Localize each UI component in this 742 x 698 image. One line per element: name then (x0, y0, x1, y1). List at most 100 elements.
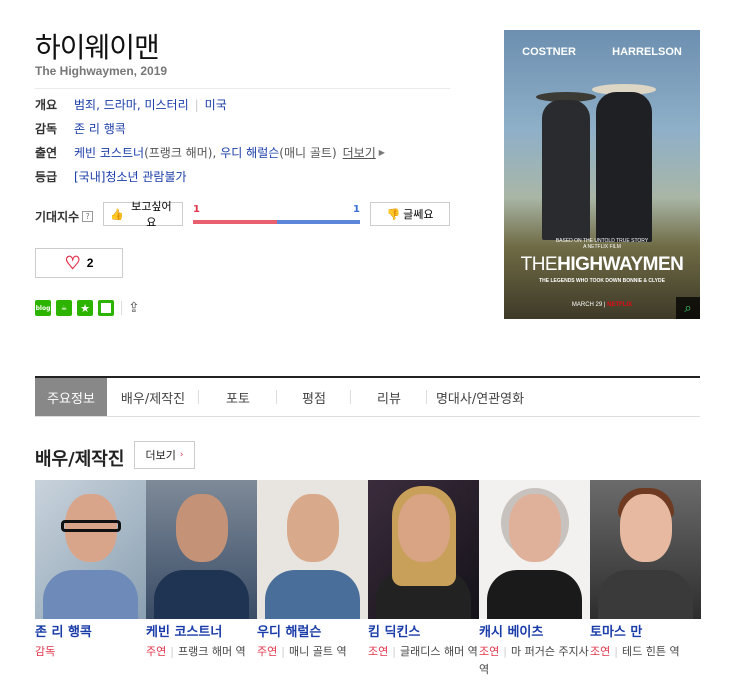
info-row-overview: 개요 범죄, 드라마, 미스터리 | 미국 (35, 97, 385, 121)
chevron-right-icon: ▶ (378, 148, 385, 157)
cast-more-link[interactable]: 더보기 (343, 145, 376, 169)
person-name[interactable]: 킴 딕킨스 (368, 625, 479, 641)
cast-card[interactable]: 케빈 코스트너 주연 | 프랭크 해머 역 (146, 480, 257, 679)
divider: | (281, 645, 285, 658)
person-role: 감독 (35, 643, 146, 661)
cast-card[interactable]: 우디 해럴슨 주연 | 매니 골트 역 (257, 480, 368, 679)
person-role-name: 프랭크 해머 역 (177, 645, 246, 658)
poster-brand: NETFLIX (607, 302, 633, 308)
photo-figure (620, 494, 672, 562)
poster-cast-left: COSTNER (522, 46, 576, 58)
photo-figure (43, 570, 138, 619)
poster-cast-right: HARRELSON (612, 46, 682, 58)
director-link[interactable]: 존 리 행콕 (74, 121, 126, 145)
cast-link-1[interactable]: 케빈 코스트너 (74, 145, 144, 169)
movie-title: 하이웨이맨 (35, 31, 160, 64)
info-row-director: 감독 존 리 행콕 (35, 121, 385, 145)
poster-figure (596, 92, 652, 242)
tab-review[interactable]: 리뷰 (351, 378, 427, 416)
zoom-search-icon[interactable]: ⌕ (676, 297, 700, 319)
like-button[interactable]: ♡ 2 (35, 248, 123, 278)
want-ratio-fill (193, 220, 277, 224)
not-sure-button[interactable]: 👎 글쎄요 (370, 202, 450, 226)
tab-label: 주요정보 (47, 391, 95, 407)
tab-photo[interactable]: 포토 (199, 378, 277, 416)
person-name[interactable]: 케빈 코스트너 (146, 625, 257, 641)
person-photo[interactable] (146, 480, 257, 619)
divider (35, 88, 450, 89)
tab-cast-crew[interactable]: 배우/제작진 (107, 378, 199, 416)
photo-figure (154, 570, 249, 619)
person-kind: 주연 (146, 645, 167, 658)
info-row-cast: 출연 케빈 코스트너 (프랭크 해머), 우디 해럴슨 (매니 골트) 더보기 … (35, 145, 385, 169)
tab-main-info[interactable]: 주요정보 (35, 378, 107, 416)
movie-subtitle: The Highwaymen, 2019 (35, 64, 168, 78)
tab-label: 리뷰 (377, 391, 401, 407)
info-row-rating: 등급 [국내]청소년 관람불가 (35, 169, 385, 193)
not-sure-label: 글쎄요 (403, 209, 434, 221)
divider: | (614, 645, 618, 658)
person-role: 조연 | 테드 힌튼 역 (590, 643, 701, 661)
person-name[interactable]: 존 리 행콕 (35, 625, 146, 641)
photo-figure (398, 494, 450, 562)
thumbs-down-icon: 👎 (386, 208, 401, 221)
cast-label: 출연 (35, 146, 58, 160)
director-label: 감독 (35, 122, 58, 136)
person-name[interactable]: 캐시 베이츠 (479, 625, 590, 641)
cafe-icon[interactable]: ☕ (56, 300, 72, 316)
person-photo[interactable] (368, 480, 479, 619)
person-role-name: 글래디스 해머 역 (399, 645, 478, 658)
tab-bar: 주요정보 배우/제작진 포토 평점 리뷰 명대사/연관영화 (35, 376, 700, 417)
expectation-ratio-bar (193, 220, 360, 224)
photo-figure (287, 494, 339, 562)
glasses-icon (61, 520, 121, 532)
poster-legend: THE LEGENDS WHO TOOK DOWN BONNIE & CLYDE (539, 278, 665, 284)
divider (121, 301, 122, 315)
blog-icon[interactable]: blog (35, 300, 51, 316)
person-photo[interactable] (35, 480, 146, 619)
poster-date-text: MARCH 29 (571, 302, 603, 308)
memo-icon[interactable] (98, 300, 114, 316)
share-row: blog ☕ ★ ⇪ (35, 300, 140, 316)
person-kind: 주연 (257, 645, 278, 658)
bookmark-star-icon[interactable]: ★ (77, 300, 93, 316)
poster-film-by: A NETFLIX FILM (583, 244, 621, 250)
cast-section-title: 배우/제작진 (35, 449, 125, 470)
cast-card[interactable]: 캐시 베이츠 조연 | 마 퍼거슨 주지사 역 (479, 480, 590, 679)
expectation-label: 기대지수 (35, 210, 80, 224)
person-kind: 조연 (590, 645, 611, 658)
tab-label: 배우/제작진 (120, 391, 186, 407)
genre-link[interactable]: 범죄, 드라마, 미스터리 (74, 97, 189, 121)
share-icon[interactable]: ⇪ (128, 300, 140, 316)
tab-quotes-related[interactable]: 명대사/연관영화 (427, 378, 533, 416)
person-role-name: 매니 골트 역 (288, 645, 347, 658)
cast-more-label: 더보기 (145, 449, 176, 462)
cast-card[interactable]: 존 리 행콕 감독 (35, 480, 146, 679)
tab-label: 포토 (226, 391, 250, 407)
nah-ratio-fill (276, 220, 360, 224)
person-photo[interactable] (257, 480, 368, 619)
poster-figure (542, 100, 590, 240)
person-photo[interactable] (479, 480, 590, 619)
cast-more-button[interactable]: 더보기 › (134, 441, 195, 469)
person-photo[interactable] (590, 480, 701, 619)
person-kind: 조연 (479, 645, 500, 658)
movie-poster[interactable]: COSTNER HARRELSON BASED ON THE UNTOLD TR… (504, 30, 700, 319)
help-icon[interactable]: ? (82, 211, 94, 222)
cast-link-2[interactable]: 우디 해럴슨 (220, 145, 279, 169)
want-to-see-button[interactable]: 👍 보고싶어요 (103, 201, 183, 229)
rating-link[interactable]: [국내]청소년 관람불가 (74, 169, 187, 193)
poster-date: MARCH 29 | NETFLIX (571, 302, 633, 308)
photo-figure (487, 570, 582, 619)
cast-list: 존 리 행콕 감독 케빈 코스트너 주연 | 프랭크 해머 역 우디 해럴슨 주연 |… (35, 480, 701, 679)
heart-icon: ♡ (64, 253, 81, 273)
cast-card[interactable]: 토마스 만 조연 | 테드 힌튼 역 (590, 480, 701, 679)
country-link[interactable]: 미국 (205, 97, 227, 121)
tab-score[interactable]: 평점 (277, 378, 351, 416)
cast-role-2: (매니 골트) (279, 146, 337, 160)
person-kind: 감독 (35, 645, 56, 658)
person-name[interactable]: 우디 해럴슨 (257, 625, 368, 641)
person-name[interactable]: 토마스 만 (590, 625, 701, 641)
tab-label: 명대사/연관영화 (435, 391, 525, 407)
cast-card[interactable]: 킴 딕킨스 조연 | 글래디스 해머 역 (368, 480, 479, 679)
